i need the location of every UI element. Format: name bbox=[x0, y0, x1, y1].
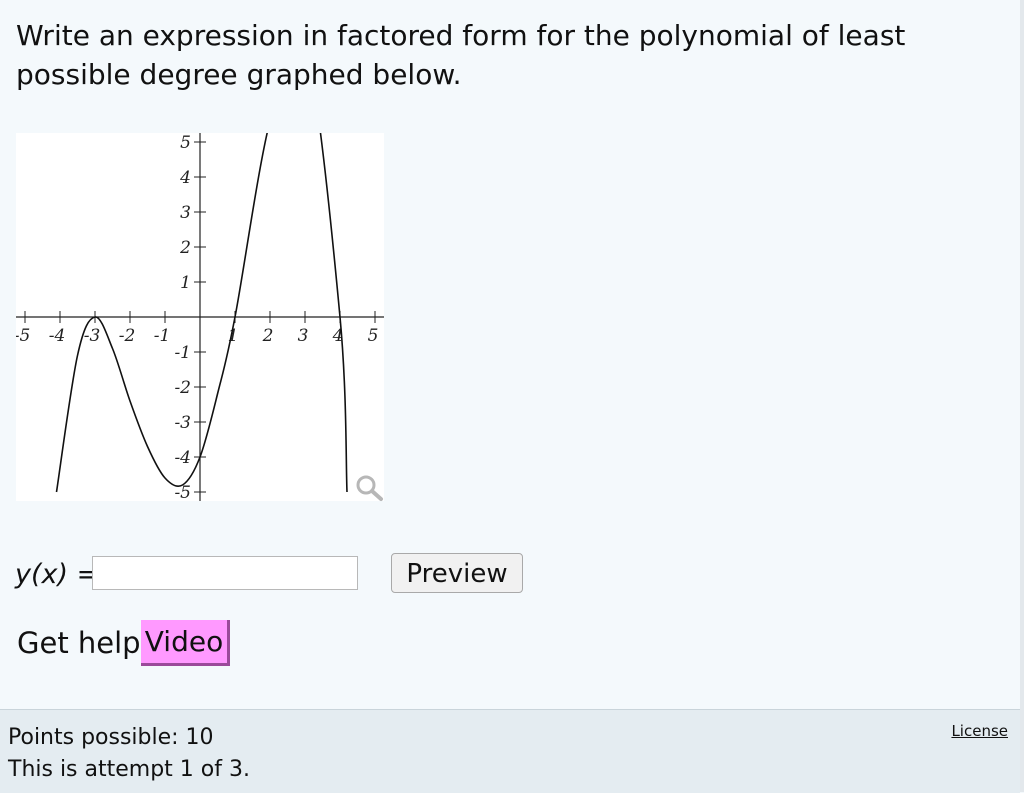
question-text: Write an expression in factored form for… bbox=[16, 19, 906, 91]
answer-input[interactable] bbox=[92, 556, 358, 590]
graph-svg: -5-4-3-2-11234554321-1-2-3-4-5 bbox=[16, 133, 384, 501]
x-tick-label: 5 bbox=[368, 326, 379, 346]
footer: Points possible: 10 This is attempt 1 of… bbox=[0, 709, 1020, 793]
y-tick-label: 1 bbox=[180, 273, 191, 293]
magnifying-glass-icon[interactable] bbox=[352, 473, 386, 503]
y-tick-label: -1 bbox=[174, 343, 191, 363]
video-help-button[interactable]: Video bbox=[141, 620, 230, 666]
x-tick-label: -1 bbox=[154, 326, 171, 346]
y-tick-label: -2 bbox=[174, 378, 191, 398]
y-tick-label: 4 bbox=[179, 168, 191, 188]
get-help-label: Get help: bbox=[17, 626, 151, 660]
y-tick-label: 2 bbox=[179, 238, 191, 258]
license-link[interactable]: License bbox=[951, 722, 1008, 740]
y-tick-label: 3 bbox=[180, 203, 191, 223]
polynomial-graph[interactable]: -5-4-3-2-11234554321-1-2-3-4-5 bbox=[16, 133, 384, 501]
y-tick-label: -4 bbox=[174, 448, 191, 468]
page-right-edge bbox=[1020, 0, 1024, 792]
x-tick-label: -5 bbox=[16, 326, 30, 346]
y-tick-label: -3 bbox=[174, 413, 191, 433]
attempt-info: This is attempt 1 of 3. bbox=[8, 757, 250, 782]
polynomial-curve bbox=[55, 133, 348, 493]
points-info: Points possible: 10 This is attempt 1 of… bbox=[8, 722, 250, 786]
x-tick-label: 3 bbox=[298, 326, 309, 346]
preview-button[interactable]: Preview bbox=[391, 553, 523, 593]
x-tick-label: -2 bbox=[119, 326, 136, 346]
points-possible: Points possible: 10 bbox=[8, 725, 214, 750]
x-tick-label: -4 bbox=[49, 326, 66, 346]
x-tick-label: -3 bbox=[84, 326, 101, 346]
answer-label: y(x) = bbox=[15, 558, 99, 592]
answer-variable: y(x) bbox=[15, 559, 69, 590]
x-tick-label: 2 bbox=[262, 326, 274, 346]
y-tick-label: 5 bbox=[180, 133, 191, 153]
